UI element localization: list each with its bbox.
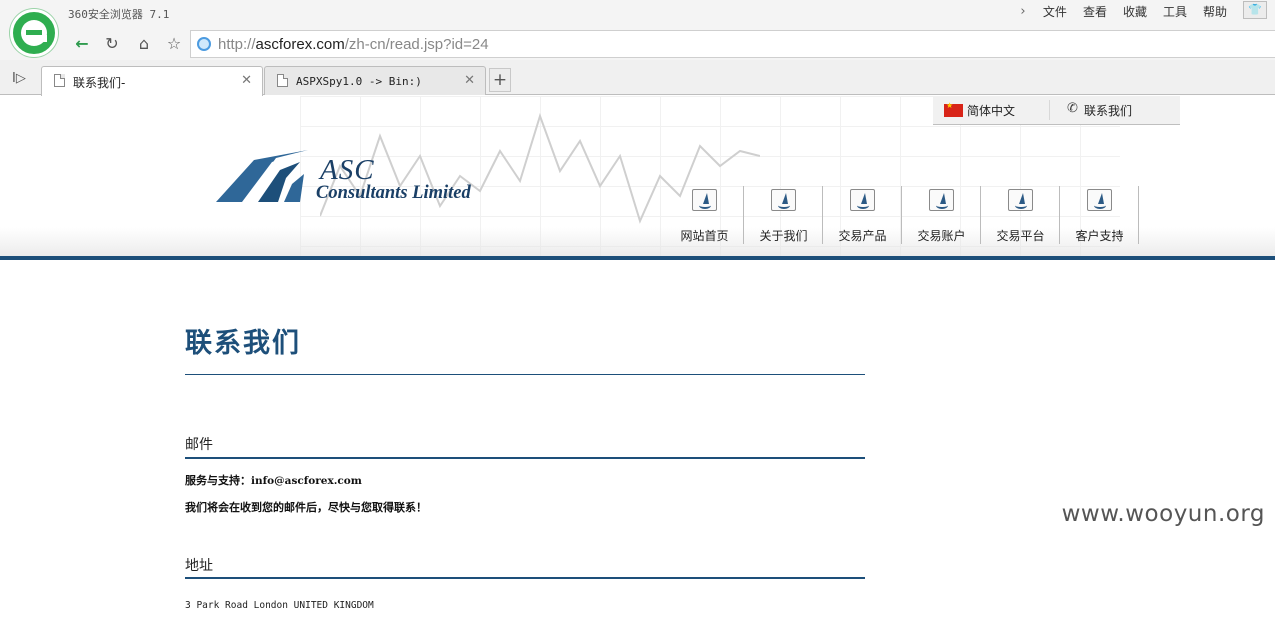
- email-label: 服务与支持：: [185, 474, 251, 487]
- sail-icon: [850, 189, 875, 211]
- nav-label: 交易产品: [838, 229, 887, 243]
- url-text[interactable]: http://ascforex.com/zh-cn/read.jsp?id=24: [218, 36, 489, 53]
- nav-label: 网站首页: [680, 229, 729, 243]
- top-contact-link[interactable]: 联系我们: [1084, 102, 1132, 119]
- web-page: ASC Consultants Limited 简体中文 ✆ 联系我们 网站首页…: [0, 96, 1275, 638]
- reload-icon[interactable]: ↻: [100, 32, 124, 56]
- china-flag-icon: [944, 101, 963, 117]
- app-title: 360安全浏览器 7.1: [68, 8, 170, 21]
- sail-icon: [1087, 189, 1112, 211]
- address-heading: 地址: [185, 558, 213, 574]
- nav-label: 交易账户: [917, 229, 966, 243]
- menu-help[interactable]: 帮助: [1195, 3, 1235, 20]
- new-tab-button[interactable]: +: [489, 68, 511, 92]
- sail-icon: [929, 189, 954, 211]
- address-bar[interactable]: http://ascforex.com/zh-cn/read.jsp?id=24: [190, 30, 1275, 58]
- lang-simplified-chinese[interactable]: 简体中文: [967, 102, 1015, 119]
- url-scheme: http://: [218, 36, 256, 53]
- nav-about[interactable]: 关于我们: [744, 186, 823, 244]
- menu-favorites[interactable]: 收藏: [1115, 3, 1155, 20]
- globe-icon: [197, 37, 211, 51]
- url-domain: ascforex.com: [255, 36, 345, 53]
- page-icon: [277, 74, 288, 87]
- divider: [1049, 100, 1050, 120]
- email-link[interactable]: info@ascforex.com: [251, 475, 362, 487]
- asc-swoosh-icon: [216, 150, 308, 202]
- page-icon: [54, 74, 65, 87]
- browser-titlebar: 360安全浏览器 7.1 › 文件 查看 收藏 工具 帮助 👕: [0, 0, 1275, 28]
- shirt-icon[interactable]: 👕: [1243, 1, 1267, 19]
- language-bar: 简体中文 ✆ 联系我们: [933, 96, 1180, 125]
- email-heading: 邮件: [185, 437, 213, 453]
- tab-bar: I▷ 联系我们- ✕ ASPXSpy1.0 -> Bin:) ✕ +: [0, 60, 1275, 96]
- main-nav: 网站首页 关于我们 交易产品 交易账户 交易平台 客户支持: [665, 186, 1139, 244]
- sidebar-toggle-icon[interactable]: I▷: [12, 71, 26, 86]
- tab-contact[interactable]: 联系我们- ✕: [41, 66, 263, 96]
- nav-label: 关于我们: [759, 229, 808, 243]
- watermark: www.wooyun.org: [1061, 501, 1265, 527]
- tab-label: ASPXSpy1.0 -> Bin:): [296, 75, 422, 88]
- divider: [185, 457, 865, 459]
- home-icon[interactable]: ⌂: [132, 32, 156, 56]
- e-logo-icon: [21, 20, 47, 46]
- divider: [185, 577, 865, 579]
- header-divider-bar: [0, 256, 1275, 260]
- browser-navbar: ← ↻ ⌂ ☆ http://ascforex.com/zh-cn/read.j…: [0, 28, 1275, 60]
- logo-subtitle: Consultants Limited: [316, 183, 471, 203]
- menu-file[interactable]: 文件: [1035, 3, 1075, 20]
- star-icon[interactable]: ☆: [162, 32, 186, 56]
- sail-icon: [692, 189, 717, 211]
- menu-tools[interactable]: 工具: [1155, 3, 1195, 20]
- phone-icon: ✆: [1067, 101, 1078, 116]
- address-text: 3 Park Road London UNITED KINGDOM: [185, 600, 374, 611]
- email-line: 服务与支持：info@ascforex.com: [185, 472, 362, 488]
- nav-label: 客户支持: [1075, 229, 1124, 243]
- site-header: ASC Consultants Limited 简体中文 ✆ 联系我们 网站首页…: [0, 96, 1275, 256]
- nav-home[interactable]: 网站首页: [665, 186, 744, 244]
- sail-icon: [1008, 189, 1033, 211]
- menu-view[interactable]: 查看: [1075, 3, 1115, 20]
- close-icon[interactable]: ✕: [241, 73, 252, 88]
- browser-menu: › 文件 查看 收藏 工具 帮助: [1011, 3, 1235, 20]
- nav-products[interactable]: 交易产品: [823, 186, 902, 244]
- back-arrow-icon[interactable]: ←: [70, 32, 94, 56]
- page-title: 联系我们: [185, 328, 301, 359]
- nav-label: 交易平台: [996, 229, 1045, 243]
- tab-aspxspy[interactable]: ASPXSpy1.0 -> Bin:) ✕: [264, 66, 486, 95]
- sail-icon: [771, 189, 796, 211]
- close-icon[interactable]: ✕: [464, 73, 475, 88]
- email-note: 我们将会在收到您的邮件后，尽快与您取得联系！: [185, 501, 427, 514]
- nav-support[interactable]: 客户支持: [1060, 186, 1139, 244]
- url-path: /zh-cn/read.jsp?id=24: [344, 36, 489, 53]
- nav-platform[interactable]: 交易平台: [981, 186, 1060, 244]
- chevron-right-icon[interactable]: ›: [1011, 4, 1035, 19]
- browser-logo: [10, 9, 58, 57]
- divider: [185, 374, 865, 375]
- tab-label: 联系我们-: [73, 76, 126, 90]
- site-logo[interactable]: ASC Consultants Limited: [214, 148, 514, 208]
- nav-accounts[interactable]: 交易账户: [902, 186, 981, 244]
